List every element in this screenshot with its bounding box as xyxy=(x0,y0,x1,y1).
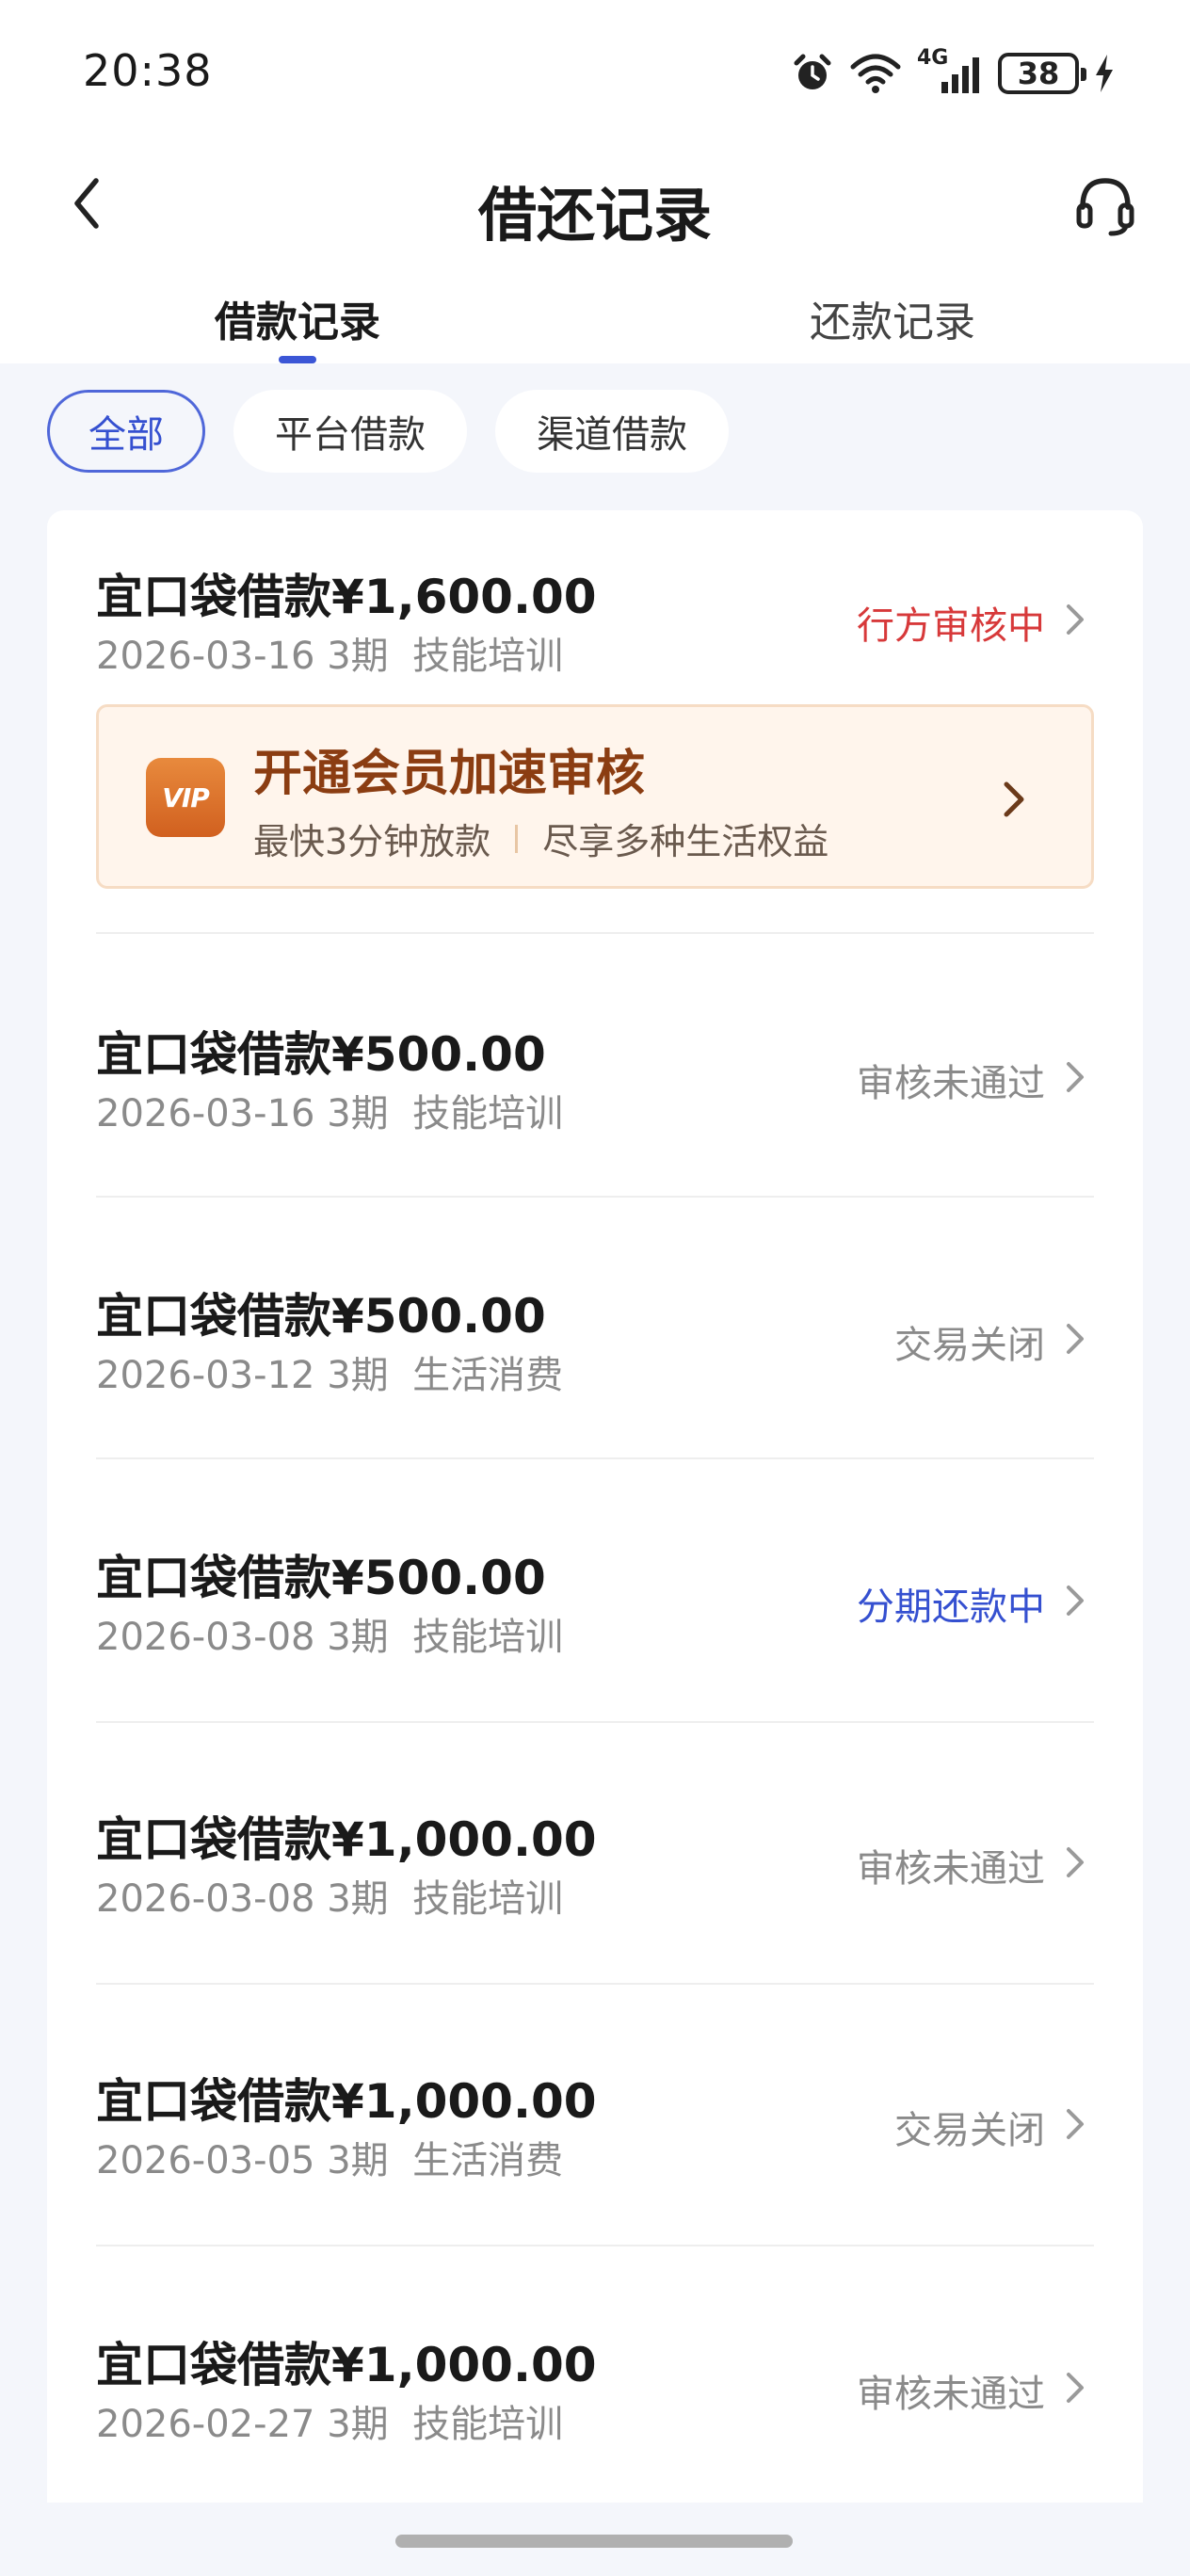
vip-promo-banner[interactable]: VIP 开通会员加速审核 最快3分钟放款 尽享多种生活权益 xyxy=(96,704,1094,889)
headset-icon xyxy=(1076,178,1134,236)
chevron-right-icon xyxy=(1056,1055,1094,1100)
chevron-right-icon xyxy=(1056,2101,1094,2147)
divider xyxy=(96,1196,1094,1198)
loan-date: 2026-03-08 xyxy=(96,1616,315,1659)
status-icons: 4G 38 xyxy=(791,46,1115,98)
loan-date: 2026-03-16 xyxy=(96,1092,315,1135)
filter-channel-loans[interactable]: 渠道借款 xyxy=(495,390,729,473)
loan-status: 审核未通过 xyxy=(857,1847,1045,1891)
loan-date: 2026-03-05 xyxy=(96,2139,315,2182)
loan-date: 2026-02-27 xyxy=(96,2403,315,2446)
loan-periods: 3期 xyxy=(327,1616,389,1659)
loan-periods: 3期 xyxy=(327,2139,389,2182)
loan-record-item[interactable]: 宜口袋借款¥1,000.00 2026-02-27 3期 技能培训 审核未通过 xyxy=(96,2327,1094,2446)
loan-purpose: 技能培训 xyxy=(412,2403,564,2446)
loan-meta: 2026-03-16 3期 技能培训 xyxy=(96,1083,563,1137)
vip-badge-icon: VIP xyxy=(146,758,225,837)
loan-date: 2026-03-08 xyxy=(96,1877,315,1921)
chevron-right-icon xyxy=(1056,597,1094,642)
loan-record-item[interactable]: 宜口袋借款¥1,000.00 2026-03-05 3期 生活消费 交易关闭 xyxy=(96,2064,1094,2182)
battery-icon: 38 xyxy=(998,53,1086,94)
vip-subtitle-left: 最快3分钟放款 xyxy=(253,821,491,862)
customer-service-button[interactable] xyxy=(1068,168,1143,243)
loan-purpose: 生活消费 xyxy=(412,1354,564,1397)
divider xyxy=(96,2245,1094,2246)
vip-separator xyxy=(515,824,519,853)
loan-periods: 3期 xyxy=(327,1354,389,1397)
loan-amount: 宜口袋借款¥1,000.00 xyxy=(96,1812,597,1867)
chevron-right-icon xyxy=(1056,1316,1094,1361)
divider xyxy=(96,1457,1094,1459)
alarm-icon xyxy=(791,52,834,95)
loan-record-item[interactable]: 宜口袋借款¥500.00 2026-03-12 3期 生活消费 交易关闭 xyxy=(96,1279,1094,1397)
loan-purpose: 技能培训 xyxy=(412,1877,564,1921)
tab-bar: 借款记录 还款记录 xyxy=(0,279,1190,363)
loan-meta: 2026-03-12 3期 生活消费 xyxy=(96,1344,563,1399)
loan-periods: 3期 xyxy=(327,1877,389,1921)
charging-icon xyxy=(1094,53,1115,94)
battery-level: 38 xyxy=(1017,56,1060,91)
loan-periods: 3期 xyxy=(327,2403,389,2446)
home-indicator[interactable] xyxy=(395,2535,793,2548)
chevron-right-icon xyxy=(993,773,1035,826)
signal-4g-icon: 4G xyxy=(917,46,983,97)
loan-meta: 2026-03-08 3期 技能培训 xyxy=(96,1606,563,1661)
page-title: 借还记录 xyxy=(477,181,712,250)
vip-subtitle-right: 尽享多种生活权益 xyxy=(542,821,829,862)
tab-repay-records[interactable]: 还款记录 xyxy=(742,288,1043,348)
loan-date: 2026-03-16 xyxy=(96,635,315,678)
loan-amount: 宜口袋借款¥500.00 xyxy=(96,1027,546,1082)
loan-meta: 2026-03-16 3期 技能培训 xyxy=(96,625,563,680)
vip-title: 开通会员加速审核 xyxy=(253,746,646,802)
loan-amount: 宜口袋借款¥1,000.00 xyxy=(96,2074,597,2129)
loan-record-item[interactable]: 宜口袋借款¥500.00 2026-03-08 3期 技能培训 分期还款中 xyxy=(96,1540,1094,1659)
loan-periods: 3期 xyxy=(327,1092,389,1135)
loan-status: 行方审核中 xyxy=(857,604,1045,648)
loan-periods: 3期 xyxy=(327,635,389,678)
loan-amount: 宜口袋借款¥1,600.00 xyxy=(96,570,597,624)
loan-record-list: 宜口袋借款¥1,600.00 2026-03-16 3期 技能培训 行方审核中 … xyxy=(47,510,1143,2576)
loan-status: 审核未通过 xyxy=(857,2373,1045,2416)
nav-bar: 借还记录 xyxy=(0,141,1190,267)
tab-active-indicator xyxy=(279,356,316,363)
loan-status: 交易关闭 xyxy=(894,2109,1045,2152)
filter-chips: 全部 平台借款 渠道借款 xyxy=(47,390,729,473)
chevron-right-icon xyxy=(1056,2365,1094,2410)
tab-borrow-records[interactable]: 借款记录 xyxy=(147,288,448,348)
loan-meta: 2026-03-08 3期 技能培训 xyxy=(96,1868,563,1923)
loan-record-item[interactable]: 宜口袋借款¥1,000.00 2026-03-08 3期 技能培训 审核未通过 xyxy=(96,1802,1094,1921)
vip-badge-text: VIP xyxy=(162,781,210,813)
divider xyxy=(96,932,1094,934)
filter-platform-loans[interactable]: 平台借款 xyxy=(233,390,467,473)
loan-date: 2026-03-12 xyxy=(96,1354,315,1397)
loan-amount: 宜口袋借款¥1,000.00 xyxy=(96,2338,597,2392)
chevron-right-icon xyxy=(1056,1578,1094,1623)
loan-status: 交易关闭 xyxy=(894,1324,1045,1367)
loan-record-item[interactable]: 宜口袋借款¥1,600.00 2026-03-16 3期 技能培训 行方审核中 xyxy=(96,559,1094,678)
system-home-bar xyxy=(0,2503,1190,2576)
loan-meta: 2026-03-05 3期 生活消费 xyxy=(96,2130,563,2184)
divider xyxy=(96,1983,1094,1985)
loan-amount: 宜口袋借款¥500.00 xyxy=(96,1289,546,1344)
loan-status: 审核未通过 xyxy=(857,1062,1045,1105)
loan-purpose: 生活消费 xyxy=(412,2139,564,2182)
top-area: 20:38 4G 38 借还记录 借款记录 还款记录 xyxy=(0,0,1190,363)
status-bar: 20:38 4G 38 xyxy=(0,0,1190,141)
status-time: 20:38 xyxy=(83,45,213,96)
loan-purpose: 技能培训 xyxy=(412,1092,564,1135)
filter-all[interactable]: 全部 xyxy=(47,390,205,473)
loan-meta: 2026-02-27 3期 技能培训 xyxy=(96,2393,563,2448)
loan-purpose: 技能培训 xyxy=(412,635,564,678)
loan-purpose: 技能培训 xyxy=(412,1616,564,1659)
wifi-icon xyxy=(849,52,902,95)
vip-subtitle: 最快3分钟放款 尽享多种生活权益 xyxy=(253,813,828,864)
chevron-right-icon xyxy=(1056,1840,1094,1885)
loan-status: 分期还款中 xyxy=(857,1586,1045,1629)
divider xyxy=(96,1721,1094,1723)
loan-record-item[interactable]: 宜口袋借款¥500.00 2026-03-16 3期 技能培训 审核未通过 xyxy=(96,1017,1094,1135)
loan-amount: 宜口袋借款¥500.00 xyxy=(96,1551,546,1605)
